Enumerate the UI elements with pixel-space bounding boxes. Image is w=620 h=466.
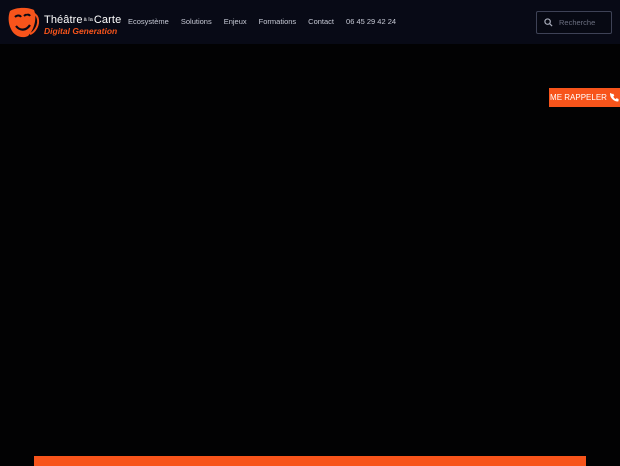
brand-name: Théâtreà laCarte [44,14,121,26]
site-logo[interactable]: Théâtreà laCarte Digital Generation [6,7,124,39]
search-box[interactable] [536,11,612,34]
brand-tagline: Digital Generation [44,26,118,36]
theatre-mask-icon [8,7,40,38]
callback-button[interactable]: ME RAPPELER [549,88,620,107]
search-icon [544,18,553,27]
top-navigation-bar: Théâtreà laCarte Digital Generation Ecos… [0,0,620,44]
nav-item-formations[interactable]: Formations [259,17,297,26]
brand-name-part1: Théâtre [44,14,83,26]
nav-item-solutions[interactable]: Solutions [181,17,212,26]
orange-footer-band [34,456,586,466]
nav-item-contact[interactable]: Contact [308,17,334,26]
search-input[interactable] [559,16,609,29]
brand-name-part2: Carte [93,14,122,26]
main-nav: Ecosystème Solutions Enjeux Formations C… [128,17,408,26]
brand-name-small: à la [83,17,93,23]
nav-item-enjeux[interactable]: Enjeux [224,17,247,26]
nav-item-phone[interactable]: 06 45 29 42 24 [346,17,396,26]
phone-icon [609,93,619,102]
callback-label: ME RAPPELER [550,93,607,102]
nav-item-ecosysteme[interactable]: Ecosystème [128,17,169,26]
